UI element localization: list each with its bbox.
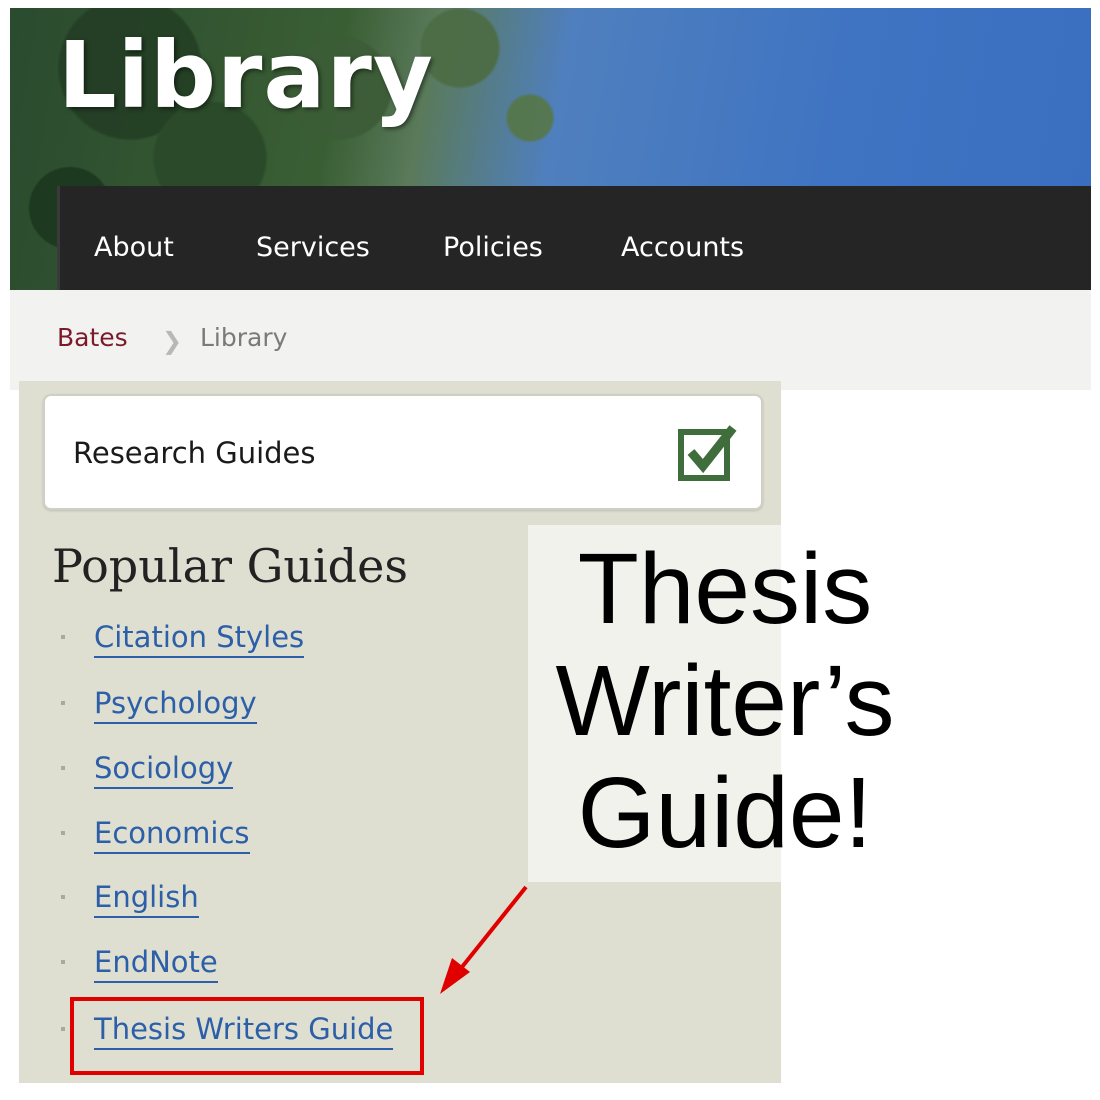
- nav-services[interactable]: Services: [256, 232, 370, 263]
- guide-link-sociology[interactable]: Sociology: [94, 750, 234, 789]
- callout-line-1: Thesis: [577, 533, 873, 645]
- breadcrumb-current: Library: [200, 323, 288, 352]
- guide-link-citation-styles[interactable]: Citation Styles: [94, 619, 305, 658]
- main-nav: About Services Policies Accounts: [57, 186, 1091, 290]
- research-guides-button[interactable]: Research Guides: [43, 394, 763, 510]
- library-banner: Library About Services Policies Accounts: [10, 8, 1091, 290]
- highlight-box: [70, 997, 424, 1075]
- bullet-icon: [61, 960, 65, 964]
- callout-annotation: Thesis Writer’s Guide!: [520, 533, 930, 869]
- nav-accounts[interactable]: Accounts: [621, 232, 744, 263]
- checkbox-checked-icon: [678, 425, 737, 481]
- breadcrumb-bates-link[interactable]: Bates: [57, 323, 128, 352]
- nav-about[interactable]: About: [94, 232, 174, 263]
- popular-guides-heading: Popular Guides: [52, 539, 408, 593]
- breadcrumb: Bates ❯ Library: [10, 290, 1091, 390]
- guide-link-english[interactable]: English: [94, 879, 199, 918]
- page-title: Library: [58, 22, 434, 129]
- bullet-icon: [61, 895, 65, 899]
- guide-link-endnote[interactable]: EndNote: [94, 944, 218, 983]
- guide-link-psychology[interactable]: Psychology: [94, 685, 257, 724]
- bullet-icon: [61, 701, 65, 705]
- nav-policies[interactable]: Policies: [443, 232, 543, 263]
- chevron-right-icon: ❯: [162, 327, 183, 355]
- research-guides-label: Research Guides: [73, 436, 316, 470]
- bullet-icon: [61, 635, 65, 639]
- bullet-icon: [61, 766, 65, 770]
- guide-link-economics[interactable]: Economics: [94, 815, 250, 854]
- callout-line-3: Guide!: [577, 757, 873, 869]
- bullet-icon: [61, 1027, 65, 1031]
- callout-line-2: Writer’s: [555, 645, 895, 757]
- bullet-icon: [61, 831, 65, 835]
